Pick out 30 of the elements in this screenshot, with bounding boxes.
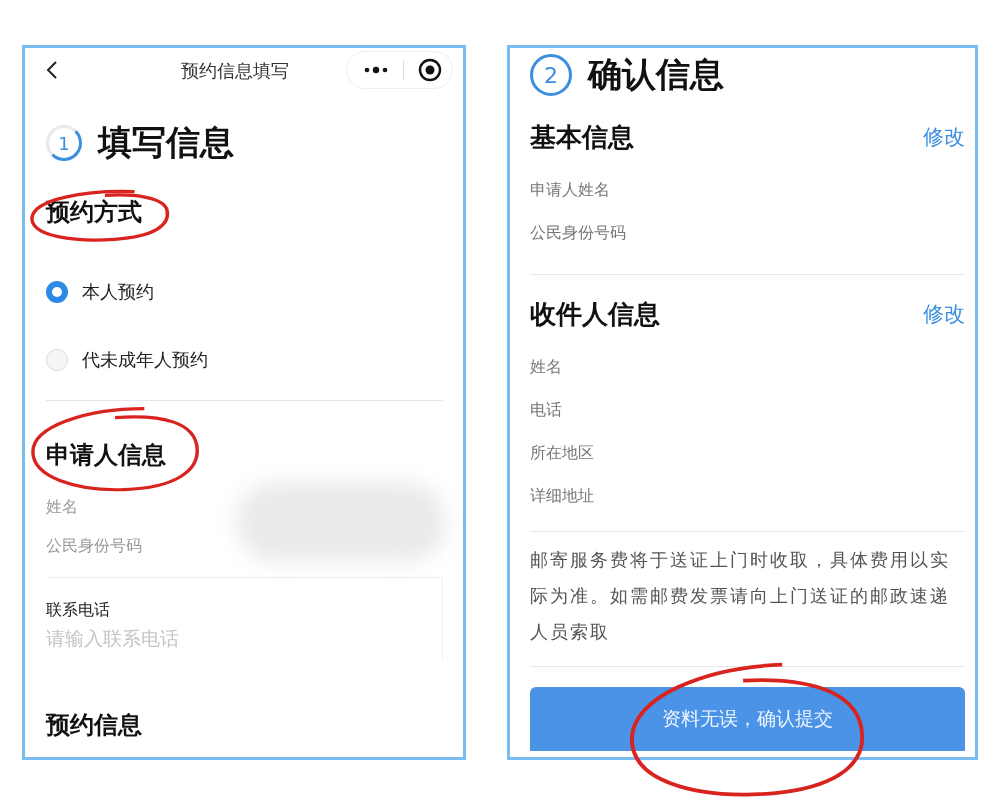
step-title: 确认信息 bbox=[588, 53, 724, 96]
section-title: 收件人信息 bbox=[530, 297, 660, 331]
field-label: 姓名 bbox=[530, 356, 563, 378]
phone-input[interactable]: 请输入联系电话 bbox=[46, 627, 346, 649]
radio-button[interactable] bbox=[46, 281, 68, 303]
section-title: 申请人信息 bbox=[46, 440, 167, 471]
field-label: 所在地区 bbox=[530, 442, 595, 464]
submit-button[interactable]: 资料无误，确认提交 bbox=[530, 687, 965, 751]
edit-link[interactable]: 修改 bbox=[923, 123, 965, 151]
field-label: 详细地址 bbox=[530, 485, 595, 507]
more-icon[interactable] bbox=[363, 66, 389, 74]
section-title: 预约方式 bbox=[46, 197, 143, 228]
close-target-icon[interactable] bbox=[418, 58, 442, 82]
back-icon[interactable] bbox=[46, 60, 58, 80]
field-label: 公民身份号码 bbox=[530, 222, 627, 244]
edit-link[interactable]: 修改 bbox=[923, 300, 965, 328]
section-title: 基本信息 bbox=[530, 120, 634, 154]
step-number: 1 bbox=[46, 125, 82, 161]
option-label[interactable]: 代未成年人预约 bbox=[82, 348, 208, 372]
section-title: 预约信息 bbox=[46, 710, 143, 741]
field-label: 姓名 bbox=[46, 497, 79, 518]
step-number: 2 bbox=[530, 54, 572, 96]
option-label[interactable]: 本人预约 bbox=[82, 280, 154, 304]
field-label: 联系电话 bbox=[46, 600, 111, 621]
field-label: 电话 bbox=[530, 399, 563, 421]
page-title: 预约信息填写 bbox=[181, 59, 289, 83]
step-title: 填写信息 bbox=[98, 121, 234, 164]
notice-text: 邮寄服务费将于送证上门时收取，具体费用以实际为准。如需邮费发票请向上门送证的邮政速递人员索取 bbox=[530, 548, 951, 644]
field-label: 公民身份号码 bbox=[46, 536, 143, 557]
field-label: 申请人姓名 bbox=[530, 179, 611, 201]
